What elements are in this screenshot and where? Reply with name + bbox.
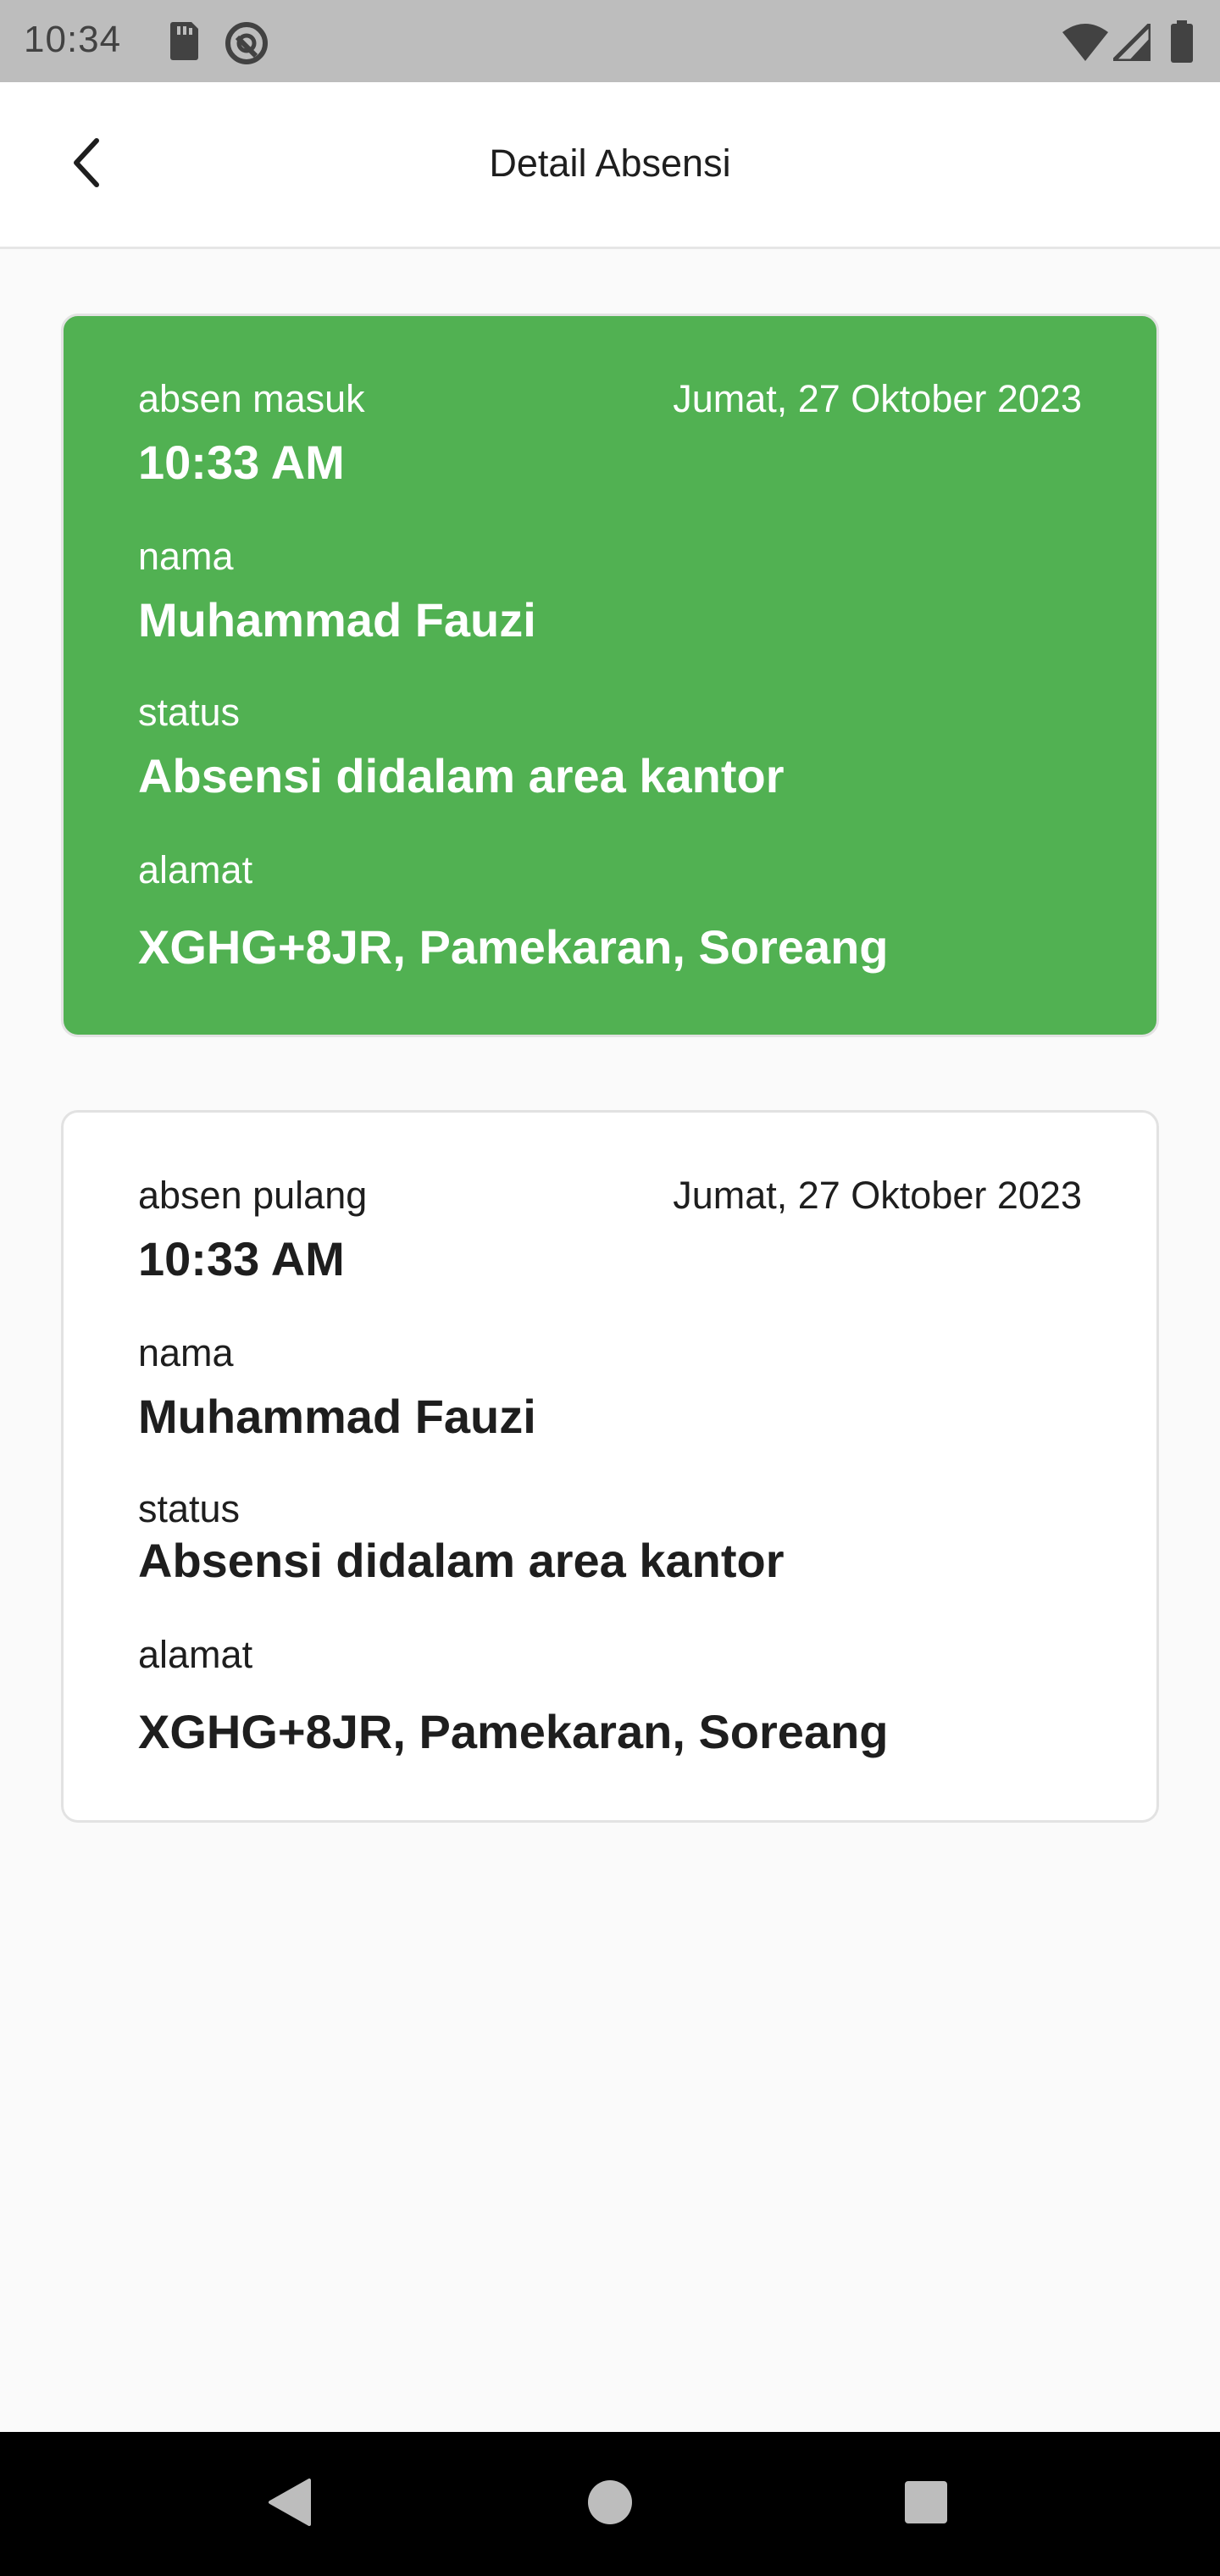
wifi-icon xyxy=(1062,24,1108,65)
status-value: Absensi didalam area kantor xyxy=(138,1534,785,1587)
card-date: Jumat, 27 Oktober 2023 xyxy=(673,1174,1082,1217)
sync-icon xyxy=(224,20,269,70)
status-label: status xyxy=(138,691,241,734)
status-bar: 10:34 xyxy=(0,0,1220,82)
name-label: nama xyxy=(138,1331,234,1374)
card-date: Jumat, 27 Oktober 2023 xyxy=(673,377,1082,420)
address-label: alamat xyxy=(138,848,253,891)
attendance-card-in: absen masuk Jumat, 27 Oktober 2023 10:33… xyxy=(61,314,1159,1037)
card-time: 10:33 AM xyxy=(138,436,345,489)
status-value: Absensi didalam area kantor xyxy=(138,749,785,802)
recents-square-icon xyxy=(903,2479,949,2529)
attendance-card-out: absen pulang Jumat, 27 Oktober 2023 10:3… xyxy=(61,1110,1159,1823)
back-triangle-icon xyxy=(265,2477,316,2532)
name-value: Muhammad Fauzi xyxy=(138,1390,536,1443)
page-title: Detail Absensi xyxy=(489,142,731,185)
home-circle-icon xyxy=(586,2479,634,2530)
system-nav-bar xyxy=(0,2432,1220,2576)
status-time: 10:34 xyxy=(24,19,122,60)
nav-recents-button[interactable] xyxy=(888,2466,964,2542)
signal-icon xyxy=(1107,18,1153,65)
card-type-label: absen pulang xyxy=(138,1174,368,1217)
app-bar: Detail Absensi xyxy=(0,82,1220,249)
battery-icon xyxy=(1169,20,1195,67)
nav-back-button[interactable] xyxy=(252,2466,329,2542)
address-value: XGHG+8JR, Pamekaran, Soreang xyxy=(138,920,889,974)
name-label: nama xyxy=(138,535,234,578)
sd-card-icon xyxy=(166,20,200,65)
status-label: status xyxy=(138,1487,241,1530)
name-value: Muhammad Fauzi xyxy=(138,593,536,647)
address-label: alamat xyxy=(138,1633,253,1676)
address-value: XGHG+8JR, Pamekaran, Soreang xyxy=(138,1705,889,1758)
card-type-label: absen masuk xyxy=(138,377,365,420)
card-time: 10:33 AM xyxy=(138,1232,345,1285)
nav-home-button[interactable] xyxy=(572,2466,648,2542)
